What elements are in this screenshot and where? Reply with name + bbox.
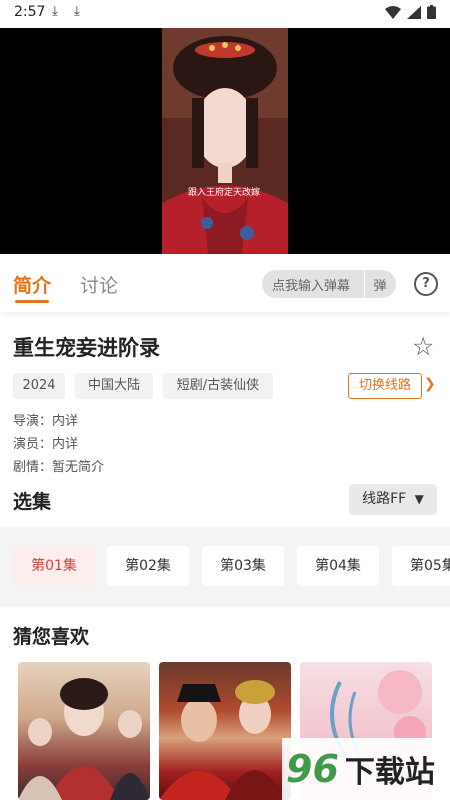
- episodes-title: 选集: [13, 491, 52, 513]
- battery-icon: [427, 5, 436, 19]
- plot-text: 剧情：暂无简介: [13, 460, 105, 475]
- watermark-number: 96: [286, 747, 339, 791]
- episode-item-01[interactable]: 第01集: [13, 546, 95, 586]
- poster-image: [18, 678, 150, 800]
- site-watermark: 96 下载站: [282, 738, 450, 800]
- episode-item-05[interactable]: 第05集: [392, 546, 450, 586]
- episode-item-03[interactable]: 第03集: [202, 546, 284, 586]
- switch-route-button[interactable]: 切换线路: [348, 373, 422, 399]
- recommend-title: 猜您喜欢: [13, 626, 90, 648]
- tag-region: 中国大陆: [75, 373, 153, 399]
- route-label: 线路FF: [362, 491, 407, 507]
- download-icon: ⤓: [74, 4, 80, 19]
- route-selector[interactable]: 线路FF ▼: [349, 484, 437, 515]
- episode-item-02[interactable]: 第02集: [107, 546, 189, 586]
- recommend-poster[interactable]: [159, 662, 291, 800]
- tab-intro[interactable]: 简介: [13, 271, 51, 298]
- danmu-send-button[interactable]: 弹: [365, 275, 395, 294]
- status-time: 2:57: [14, 4, 46, 20]
- danmu-bar: 点我输入弹幕 弹: [262, 270, 396, 298]
- director-text: 导演：内详: [13, 414, 79, 429]
- status-bar: 2:57 ⤓ ⤓: [0, 0, 450, 26]
- video-subtitle: 跟入王府定天改嫁: [188, 188, 261, 198]
- danmu-input[interactable]: 点我输入弹幕: [262, 275, 364, 294]
- wifi-icon: [385, 5, 401, 19]
- recommend-poster[interactable]: [18, 662, 150, 800]
- tag-genre: 短剧/古装仙侠: [163, 373, 273, 399]
- help-icon[interactable]: ?: [414, 272, 438, 296]
- episode-item-04[interactable]: 第04集: [297, 546, 379, 586]
- watermark-text: 下载站: [344, 755, 435, 790]
- show-title: 重生宠妾进阶录: [13, 336, 160, 360]
- tab-indicator: [15, 300, 49, 303]
- favorite-star-icon[interactable]: ☆: [412, 334, 434, 359]
- status-icons: [385, 5, 436, 19]
- tag-year: 2024: [13, 373, 65, 399]
- signal-icon: [407, 5, 421, 19]
- video-frame: 跟入王府定天改嫁: [162, 28, 288, 254]
- download-icon: ⤓: [52, 4, 58, 19]
- video-still-image: [162, 28, 288, 254]
- tab-discuss[interactable]: 讨论: [80, 271, 118, 298]
- caret-down-icon: ▼: [414, 492, 424, 506]
- chevron-right-icon[interactable]: ❯: [424, 376, 436, 392]
- actors-text: 演员：内详: [13, 437, 79, 452]
- poster-image: [159, 680, 285, 800]
